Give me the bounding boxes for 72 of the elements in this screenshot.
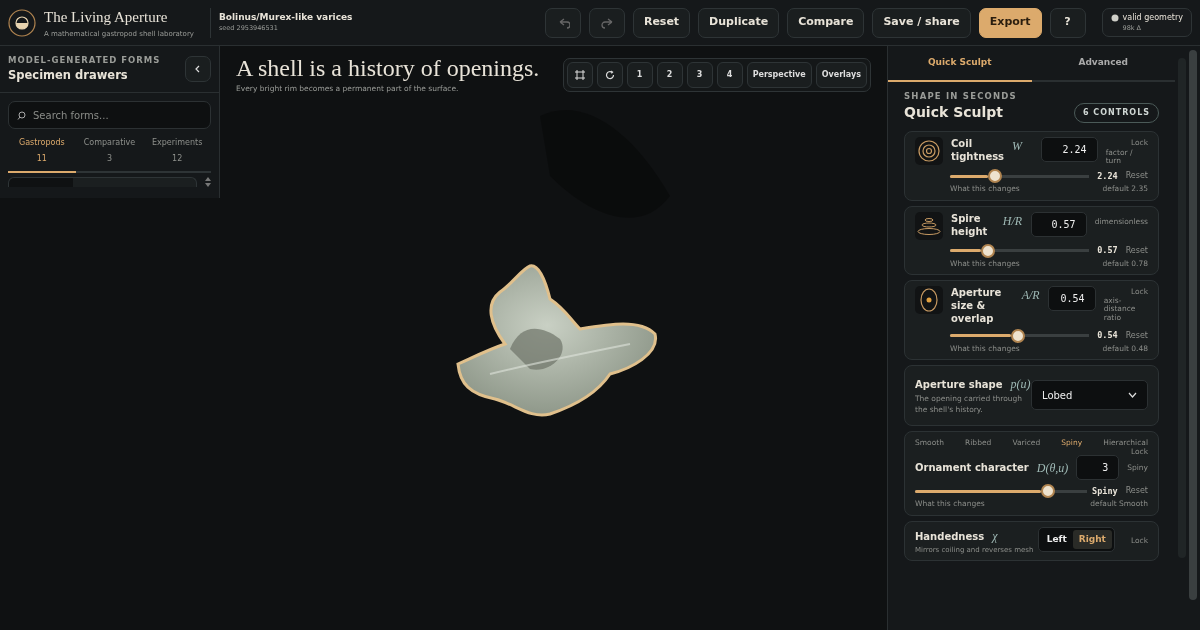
reset-link[interactable]: Reset [1125,170,1148,183]
scrollbar[interactable] [1189,50,1197,600]
control-label: Handedness [915,529,985,544]
slider-thumb[interactable] [1011,328,1026,343]
slider-reading: 2.24 [1097,169,1118,183]
control-label: Coil tightness [951,137,1005,164]
toolbar-button[interactable]: Save / share [872,7,971,38]
toolbar-button[interactable]: Compare [787,7,865,38]
control-symbol: A/R [1021,286,1040,304]
slider-reading: 0.54 [1097,329,1118,343]
control-symbol: H/R [1002,212,1023,230]
control-label: Ornament character [915,461,1029,476]
slider-thumb[interactable] [987,169,1002,184]
status-label: valid geometry [1122,11,1183,24]
control-symbol: χ [992,527,998,545]
frame-icon [574,69,585,80]
view-button[interactable]: Perspective [746,62,812,88]
view-button[interactable]: 3 [686,62,713,88]
control-symbol: W [1012,138,1024,156]
rotate-button[interactable] [596,62,623,88]
toolbar-button[interactable]: Reset [632,7,691,38]
view-button[interactable]: 4 [716,62,743,88]
value-field[interactable]: 3 [1076,455,1120,481]
status-dot-icon [1110,13,1119,22]
slider-fill[interactable] [950,174,988,178]
collapse-button[interactable] [185,56,211,82]
category-tab[interactable]: Gastropods 11 [8,137,76,173]
scroll-arrows-icon[interactable] [205,177,211,187]
slider-reading: Spiny [1092,484,1118,498]
search-field[interactable]: Search forms... [8,101,211,129]
shape-select[interactable]: Lobed [1031,380,1148,411]
app-title: The Living Aperture [44,8,169,27]
reset-link[interactable]: Reset [1125,244,1148,257]
toolbar-button[interactable]: ? [1049,7,1086,38]
view-button[interactable]: 2 [656,62,683,88]
panel-tab[interactable]: Quick Sculpt [888,46,1032,82]
chevron-down-icon [1128,392,1137,399]
control-symbol: p(u) [1010,376,1031,393]
slider-fill[interactable] [950,249,981,252]
slider-fill[interactable] [915,489,1041,493]
category-tab[interactable]: Comparative 3 [75,137,144,173]
sidebar-title: Specimen drawers [8,66,129,84]
slider-thumb[interactable] [980,243,995,258]
handedness-option[interactable]: Right [1072,529,1112,549]
view-button[interactable]: Overlays [815,62,867,88]
control-label: Spire height [951,211,989,238]
chevron-left-icon [194,64,202,73]
section-eyebrow: SHAPE IN SECONDS [904,89,1018,103]
control-symbol: D(θ,u) [1036,459,1069,477]
reset-link[interactable]: Reset [1125,329,1148,342]
section-title: Quick Sculpt [904,103,1004,123]
value-field[interactable]: 0.54 [1047,285,1096,311]
value-field[interactable]: 2.24 [1040,137,1098,163]
frame-button[interactable] [566,62,593,88]
slider-fill[interactable] [950,334,1012,338]
value-field[interactable]: 0.57 [1030,211,1087,237]
slider-reading: 0.57 [1097,244,1118,257]
reset-link[interactable]: Reset [1125,485,1148,498]
view-button[interactable]: 1 [626,62,653,88]
logo-icon [8,8,36,37]
control-label: Aperture size & overlap [951,285,1003,325]
search-icon [17,111,26,120]
control-label: Aperture shape [915,378,1003,392]
specimen-name: Bolinus/Murex-like varices [218,10,353,24]
category-tab[interactable]: Experiments 12 [143,137,211,173]
sidebar-eyebrow: MODEL-GENERATED FORMS [8,54,162,67]
slider-thumb[interactable] [1040,484,1055,499]
toolbar-button[interactable]: Duplicate [698,7,780,38]
handedness-option[interactable]: Left [1040,529,1073,549]
viewport-title: A shell is a history of openings. [236,54,541,83]
toolbar-button[interactable]: Export [978,7,1042,38]
rotate-icon [604,69,615,80]
